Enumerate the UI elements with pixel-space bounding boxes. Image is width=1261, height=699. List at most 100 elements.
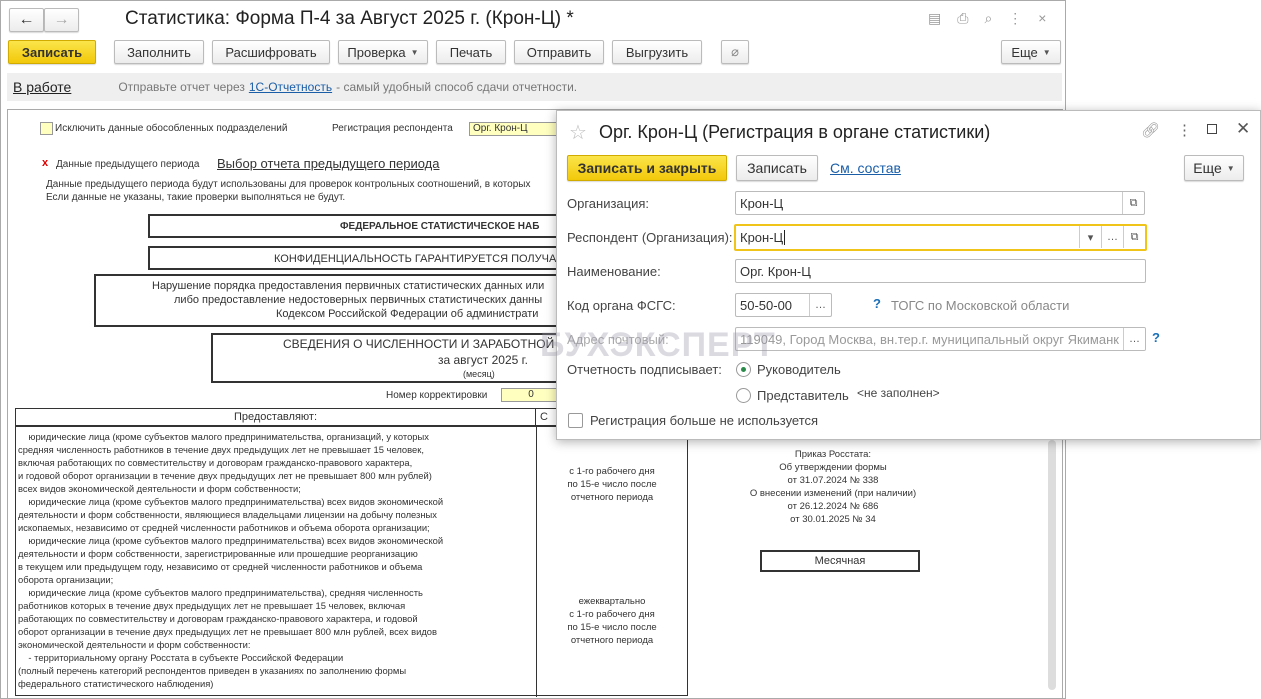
info-bar: В работе Отправьте отчет через 1С-Отчетн…: [7, 73, 1062, 101]
prev-note: Если данные не указаны, такие проверки в…: [46, 192, 346, 203]
conf-box: КОНФИДЕНЦИАЛЬНОСТЬ ГАРАНТИРУЕТСЯ ПОЛУЧА: [148, 246, 588, 270]
provider-line: федерального статистического наблюдения): [18, 678, 214, 689]
arrow-right-icon: →: [53, 11, 70, 28]
send-button[interactable]: Отправить: [514, 40, 604, 64]
check-button[interactable]: Проверка ▼: [338, 40, 428, 64]
paperclip-icon: ⌀: [731, 44, 739, 59]
radio-head[interactable]: [736, 362, 751, 377]
preview-icon[interactable]: ⌕: [984, 10, 992, 27]
more-vertical-icon[interactable]: ⋮: [1177, 121, 1192, 139]
star-icon[interactable]: ☆: [569, 120, 587, 145]
help-icon[interactable]: ?: [873, 296, 881, 311]
exclude-label: Исключить данные обособленных подразделе…: [55, 123, 288, 134]
more-button[interactable]: Еще ▼: [1001, 40, 1061, 64]
month-label: (месяц): [463, 369, 495, 379]
provider-line: (полный перечень категорий респондентов …: [18, 665, 407, 676]
reg-label: Регистрация респондента: [332, 123, 453, 134]
code-description: ТОГС по Московской области: [891, 298, 1070, 313]
correction-label: Номер корректировки: [386, 390, 488, 401]
attach-button[interactable]: ⌀: [721, 40, 749, 64]
provider-line: средняя численность работников в течение…: [18, 444, 424, 455]
deadline-monthly: с 1-го рабочего дня по 15-е число после от…: [537, 465, 687, 504]
help-icon[interactable]: ?: [1152, 330, 1160, 345]
conf-title: КОНФИДЕНЦИАЛЬНОСТЬ ГАРАНТИРУЕТСЯ ПОЛУЧА: [274, 253, 557, 265]
order-line: О внесении изменений (при наличии): [749, 488, 917, 499]
check-label: Проверка: [347, 44, 406, 60]
order-line: от 26.12.2024 № 686: [787, 501, 879, 512]
status-link[interactable]: В работе: [13, 79, 71, 95]
rosstat-order: Приказ Росстата: Об утверждении формы от 3…: [728, 448, 938, 526]
org-label: Организация:: [567, 196, 650, 211]
link-icon[interactable]: 🔗︎: [1141, 121, 1160, 139]
org-field[interactable]: Крон-Ц ⧉: [735, 191, 1145, 215]
prev-report-link[interactable]: Выбор отчета предыдущего периода: [217, 156, 439, 171]
radio-representative[interactable]: [736, 388, 751, 403]
open-icon[interactable]: ⧉: [1123, 226, 1145, 248]
dropdown-icon[interactable]: ▾: [1079, 226, 1101, 248]
save-icon[interactable]: ▤: [928, 10, 941, 27]
save-close-button[interactable]: Записать и закрыть: [567, 155, 727, 181]
exclude-checkbox[interactable]: [40, 122, 53, 135]
report-period: за август 2025 г.: [438, 353, 528, 367]
provider-line: экономической деятельности и форм собств…: [18, 639, 251, 650]
dialog-more-button[interactable]: Еще ▼: [1184, 155, 1244, 181]
select-button[interactable]: …: [809, 294, 831, 316]
decode-button[interactable]: Расшифровать: [212, 40, 330, 64]
report-title-box: СВЕДЕНИЯ О ЧИСЛЕННОСТИ И ЗАРАБОТНОЙ за а…: [211, 333, 591, 383]
open-icon[interactable]: ⧉: [1122, 192, 1144, 214]
print-icon[interactable]: ⎙: [957, 10, 968, 27]
select-button[interactable]: …: [1123, 328, 1145, 350]
save-button[interactable]: Записать: [8, 40, 96, 64]
provider-line: деятельности и форм собственности, зарег…: [18, 548, 418, 559]
signer-label: Отчетность подписывает:: [567, 362, 722, 377]
violation-text: Кодексом Российской Федерации об админис…: [276, 308, 539, 320]
composition-link[interactable]: См. состав: [830, 160, 901, 176]
radio-rep-label: Представитель: [757, 388, 849, 403]
registration-dialog: ☆ Орг. Крон-Ц (Регистрация в органе стат…: [556, 110, 1261, 440]
maximize-icon[interactable]: [1207, 124, 1217, 134]
federal-title: ФЕДЕРАЛЬНОЕ СТАТИСТИЧЕСКОЕ НАБ: [340, 221, 540, 232]
reg-field[interactable]: Орг. Крон-Ц: [469, 122, 569, 136]
deadline-line: ежеквартально: [578, 596, 646, 607]
back-button[interactable]: ←: [9, 8, 44, 32]
provider-line: юридические лица (кроме субъектов малого…: [18, 496, 444, 507]
more-label: Еще: [1193, 160, 1222, 176]
caret-down-icon: ▼: [1226, 163, 1235, 173]
print-button[interactable]: Печать: [436, 40, 506, 64]
order-line: от 30.01.2025 № 34: [790, 514, 876, 525]
prev-note: Данные предыдущего периода будут использ…: [46, 179, 531, 190]
deadline-line: отчетного периода: [570, 635, 654, 646]
deadline-line: с 1-го рабочего дня: [569, 466, 655, 477]
address-value: 119049, Город Москва, вн.тер.г. муниципа…: [740, 332, 1119, 347]
window-title: Статистика: Форма П-4 за Август 2025 г. …: [125, 8, 574, 29]
name-field[interactable]: Орг. Крон-Ц: [735, 259, 1146, 283]
provider-line: всех видов экономической деятельности и …: [18, 483, 301, 494]
provider-line: и годовой оборот организации в течение д…: [18, 470, 432, 481]
correction-field[interactable]: 0: [501, 388, 561, 402]
close-icon[interactable]: ✕: [1236, 119, 1250, 139]
address-field[interactable]: 119049, Город Москва, вн.тер.г. муниципа…: [735, 327, 1146, 351]
select-button[interactable]: …: [1101, 226, 1123, 248]
info-text-before: Отправьте отчет через: [118, 80, 245, 94]
close-icon[interactable]: ×: [1038, 10, 1046, 27]
resp-label: Респондент (Организация):: [567, 230, 733, 245]
forward-button[interactable]: →: [44, 8, 79, 32]
fill-button[interactable]: Заполнить: [114, 40, 204, 64]
violation-text: Нарушение порядка предоставления первичн…: [152, 280, 545, 292]
name-label: Наименование:: [567, 264, 661, 279]
dialog-save-button[interactable]: Записать: [736, 155, 818, 181]
deadline-line: по 15-е число после: [567, 622, 657, 633]
code-field[interactable]: 50-50-00…: [735, 293, 832, 317]
order-line: Об утверждении формы: [779, 462, 887, 473]
reporting-link[interactable]: 1С-Отчетность: [249, 80, 332, 94]
export-button[interactable]: Выгрузить: [612, 40, 702, 64]
prev-label: Данные предыдущего периода: [56, 159, 200, 170]
vertical-scrollbar[interactable]: [1048, 440, 1056, 690]
providers-text: юридические лица (кроме субъектов малого…: [18, 430, 443, 690]
provider-line: оборот организации в течение двух предыд…: [18, 626, 437, 637]
org-value: Крон-Ц: [740, 196, 784, 211]
unused-checkbox[interactable]: [568, 413, 583, 428]
representative-value[interactable]: <не заполнен>: [857, 386, 940, 400]
respondent-field[interactable]: Крон-Ц ▾… ⧉: [734, 224, 1147, 251]
more-vertical-icon[interactable]: ⋮: [1008, 10, 1022, 27]
